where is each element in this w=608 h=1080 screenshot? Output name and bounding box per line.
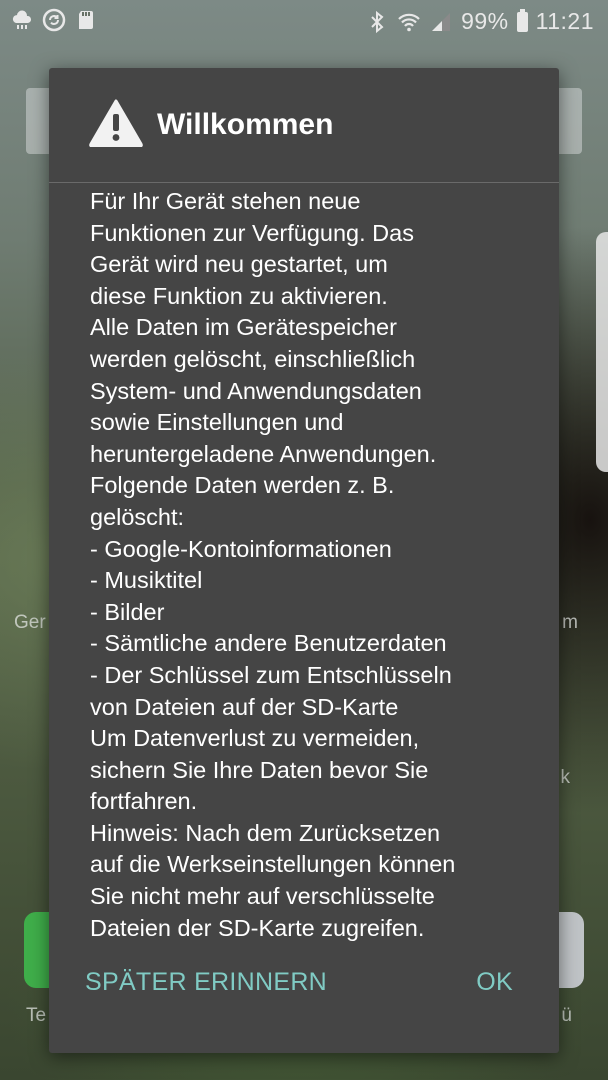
dialog-message-line: fortfahren.: [90, 788, 198, 815]
remind-later-button[interactable]: SPÄTER ERINNERN: [85, 968, 327, 997]
dialog-message-line: Gerät wird neu gestartet, um: [90, 251, 388, 278]
dialog-message-line: gelöscht:: [90, 503, 185, 530]
dialog-message-line: Sie nicht mehr auf verschlüsselte: [90, 883, 435, 910]
dialog-message-line: von Dateien auf der SD-Karte: [90, 693, 399, 720]
background-label: k: [560, 767, 571, 788]
dialog-message-line: System- und Anwendungsdaten: [90, 377, 422, 404]
background-label: Te: [26, 1005, 47, 1026]
dialog-message-line: Funktionen zur Verfügung. Das: [90, 219, 414, 246]
background-widget-edge: [596, 232, 608, 472]
dialog-message-line: auf die Werkseinstellungen können: [90, 851, 456, 878]
battery-icon: [516, 8, 528, 32]
dialog-message-line: werden gelöscht, einschließlich: [90, 345, 416, 372]
background-label: m: [562, 612, 578, 633]
dialog-message-line: - Google-Kontoinformationen: [90, 535, 392, 562]
dialog-message-line: - Bilder: [90, 598, 165, 625]
status-bar: 99% 11:21: [0, 0, 608, 42]
signal-icon: [429, 10, 453, 34]
dialog-title: Willkommen: [157, 108, 334, 141]
sd-card-icon: [74, 8, 98, 32]
bluetooth-icon: [365, 10, 389, 34]
ok-button[interactable]: OK: [476, 968, 513, 997]
background-label: Ger: [14, 612, 46, 633]
dialog-message: Für Ihr Gerät stehen neue Funktionen zur …: [90, 186, 530, 944]
wifi-icon: [397, 10, 421, 34]
dialog-message-line: Alle Daten im Gerätespeicher: [90, 314, 397, 341]
dialog-message-line: - Musiktitel: [90, 567, 203, 594]
dialog-message-line: Dateien der SD-Karte zugreifen.: [90, 914, 425, 941]
dialog-message-line: - Sämtliche andere Benutzerdaten: [90, 630, 447, 657]
dialog-message-line: sowie Einstellungen und: [90, 409, 344, 436]
dialog-message-line: sichern Sie Ihre Daten bevor Sie: [90, 756, 429, 783]
dialog-message-line: Um Datenverlust zu vermeiden,: [90, 725, 420, 752]
dialog-message-line: - Der Schlüssel zum Entschlüsseln: [90, 661, 452, 688]
dialog-message-line: diese Funktion zu aktivieren.: [90, 282, 388, 309]
dialog-divider: [49, 182, 559, 183]
dialog-message-line: Folgende Daten werden z. B.: [90, 472, 395, 499]
dialog-message-line: heruntergeladene Anwendungen.: [90, 440, 437, 467]
dialog-message-line: Hinweis: Nach dem Zurücksetzen: [90, 819, 441, 846]
welcome-dialog: Willkommen Für Ihr Gerät stehen neue Funk…: [49, 68, 559, 1053]
battery-percent: 99%: [461, 8, 509, 34]
background-label: ü: [561, 1005, 572, 1026]
dialog-message-line: Für Ihr Gerät stehen neue: [90, 188, 361, 214]
dialog-header: Willkommen: [49, 68, 559, 182]
sync-icon: [42, 8, 66, 32]
clock: 11:21: [535, 8, 594, 34]
warning-icon: [89, 99, 143, 148]
weather-icon: [10, 8, 34, 32]
